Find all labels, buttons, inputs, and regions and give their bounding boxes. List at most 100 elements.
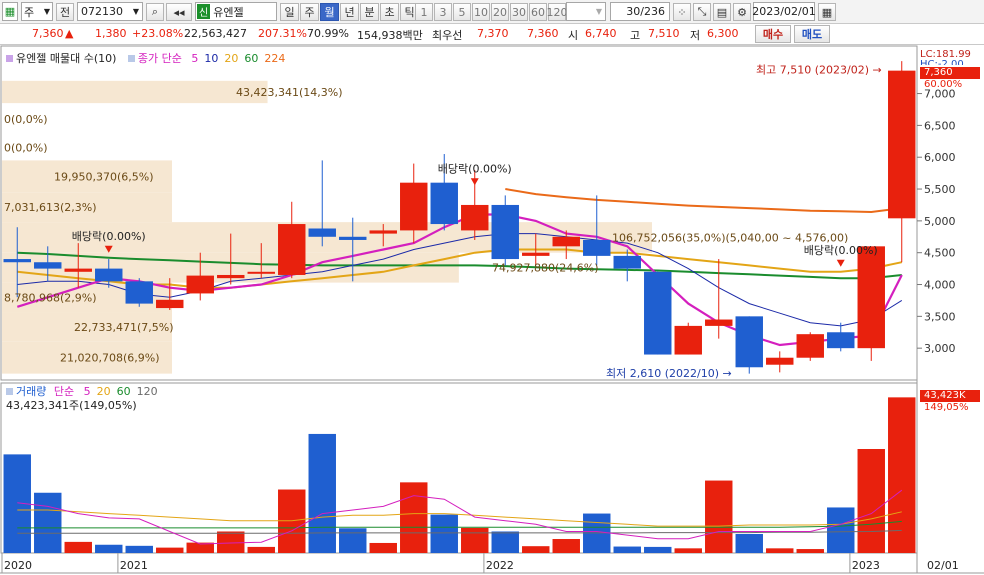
volume-bar [369, 542, 397, 553]
save-icon[interactable]: ▤ [713, 3, 731, 21]
candle-body [400, 182, 428, 231]
open-label: 시 [568, 29, 579, 42]
search-icon[interactable]: ⌕ [146, 3, 164, 21]
price-axis-label: 6,000 [924, 151, 956, 164]
interval-dropdown[interactable]: ▼ [566, 2, 606, 21]
candle-body [125, 281, 153, 304]
volume-bar [34, 492, 62, 553]
ma-legend-period: 20 [224, 52, 239, 65]
volume-bar [64, 541, 92, 553]
candle-body [644, 271, 672, 355]
period-button-5[interactable]: 초 [380, 3, 399, 21]
chevron-down-icon: ▼ [595, 7, 602, 16]
speaker-icon[interactable]: ◂◂ [166, 3, 192, 21]
candle-body [766, 357, 794, 365]
candle-body [827, 332, 855, 349]
volume-ma-legend-period: 120 [136, 385, 158, 398]
ma-legend-periods: 5 10 20 60 224 [185, 52, 285, 65]
chart-type-icon[interactable]: ▦ [2, 2, 18, 21]
candle-body [522, 252, 550, 256]
volume-bar [461, 527, 489, 553]
sell-button[interactable]: 매도 [794, 25, 830, 43]
volume-ratio: 207.31% [258, 27, 307, 40]
interval-button-3[interactable]: 3 [434, 3, 452, 21]
interval-button-1[interactable]: 1 [415, 3, 433, 21]
x-axis-label: 2023 [852, 559, 880, 572]
volume-bar [857, 449, 885, 553]
volume-current-tag: 43,423K [920, 390, 980, 402]
candle-body [156, 299, 184, 309]
legend-toggle-icon[interactable] [6, 388, 13, 395]
interval-button-30[interactable]: 30 [510, 3, 528, 21]
calendar-icon[interactable]: ▦ [818, 3, 836, 21]
candle-body [186, 275, 214, 294]
candle-body [3, 259, 31, 263]
volume-bar [217, 531, 245, 553]
interval-button-60[interactable]: 60 [529, 3, 547, 21]
period-button-4[interactable]: 분 [360, 3, 379, 21]
period-button-2[interactable]: 월 [320, 3, 339, 21]
low-label: 저 [690, 29, 701, 42]
ma-legend-title: 종가 단순 [137, 52, 182, 65]
chart-canvas[interactable]: 7,0006,5006,0005,5005,0004,5004,0003,500… [0, 45, 984, 575]
price-axis-label: 5,500 [924, 183, 956, 196]
candle-body [491, 204, 519, 260]
volume-profile-label: 21,020,708(6,9%) [60, 352, 160, 365]
new-badge: 신 [197, 4, 211, 19]
x-axis-label: 2020 [4, 559, 32, 572]
market-select[interactable]: 주 ▼ [21, 2, 53, 21]
candle-body [369, 230, 397, 234]
volume-profile-label: 8,780,968(2,9%) [4, 292, 97, 305]
price-axis-label: 4,500 [924, 247, 956, 260]
candle-body [247, 271, 275, 274]
volume-bar [613, 546, 641, 553]
volume-bar [827, 507, 855, 553]
candle-body [461, 204, 489, 231]
period-button-3[interactable]: 년 [340, 3, 359, 21]
price-axis-label: 5,000 [924, 215, 956, 228]
code-input[interactable]: 072130 ▼ [77, 2, 143, 21]
count-field[interactable]: 30/236 [610, 2, 670, 21]
interval-button-5[interactable]: 5 [453, 3, 471, 21]
dividend-arrow-icon [470, 178, 479, 186]
min-price-label: 최저 2,610 (2022/10) → [606, 367, 732, 380]
ma-legend-period: 224 [264, 52, 286, 65]
legend-toggle-icon[interactable] [127, 55, 135, 62]
price-change: 1,380 [95, 27, 127, 40]
hc-label: HC:-2.00 [920, 59, 964, 65]
zoom-out-icon[interactable]: ⤡ [693, 3, 711, 21]
volume-bar [400, 482, 428, 553]
stock-name-field[interactable]: 신 유엔젤 [195, 2, 277, 21]
volume-bar [278, 489, 306, 553]
volume-bar [491, 531, 519, 553]
interval-button-10[interactable]: 10 [472, 3, 490, 21]
current-price: 7,360 [32, 27, 64, 40]
max-price-label: 최고 7,510 (2023/02) → [756, 63, 882, 76]
price-legend-title: 유엔젤 매물대 수(10) [16, 52, 117, 65]
period-button-0[interactable]: 일 [280, 3, 299, 21]
candle-body [308, 228, 336, 237]
prev-button[interactable]: 전 [56, 3, 74, 21]
volume-bar [888, 397, 916, 553]
price-axis-label: 4,000 [924, 279, 956, 292]
grid-icon[interactable]: ⁘ [673, 3, 691, 21]
interval-button-120[interactable]: 120 [547, 3, 568, 21]
volume-profile-label: 106,752,056(35,0%)(5,040,00 ~ 4,576,00) [612, 231, 848, 244]
period-button-1[interactable]: 주 [300, 3, 319, 21]
chevron-down-icon: ▼ [132, 7, 139, 16]
volume-profile-label: 74,927,880(24,6%) [492, 262, 599, 275]
date-field[interactable]: 2023/02/01 [752, 2, 816, 21]
candle-body [64, 268, 92, 272]
low-price: 6,300 [707, 27, 739, 40]
interval-button-20[interactable]: 20 [491, 3, 509, 21]
candle-body [217, 274, 245, 279]
dividend-arrow-icon [836, 259, 845, 267]
buy-button[interactable]: 매수 [755, 25, 791, 43]
gear-icon[interactable]: ⚙ [733, 3, 751, 21]
candle-body [888, 70, 916, 219]
legend-toggle-icon[interactable] [6, 55, 13, 62]
candle-body [735, 316, 763, 368]
price-axis-label: 6,500 [924, 119, 956, 132]
quote-bar: 7,360 ▲ 1,380 +23.08% 22,563,427 207.31%… [0, 24, 984, 45]
volume-profile-label: 0(0,0%) [4, 113, 48, 126]
